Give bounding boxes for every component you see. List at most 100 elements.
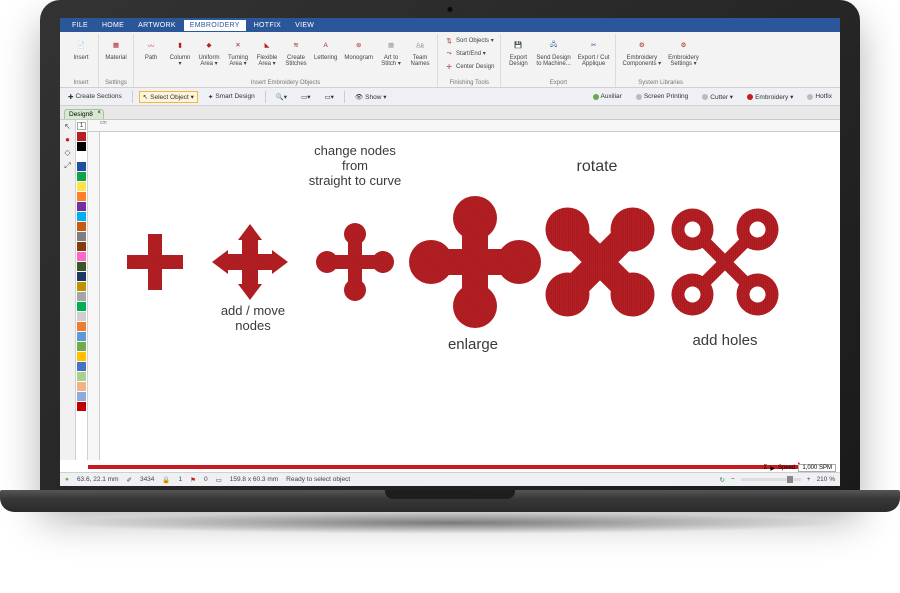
document-tab[interactable]: Design8	[64, 109, 104, 119]
status-layers: 1	[179, 476, 183, 483]
status-dot: ●	[65, 476, 69, 483]
swatch-6[interactable]	[77, 192, 86, 201]
art-to-stitch-button[interactable]: ▦Art toStitch ▾	[378, 36, 404, 67]
swatch-18[interactable]	[77, 312, 86, 321]
swatch-14[interactable]	[77, 272, 86, 281]
swatch-13[interactable]	[77, 262, 86, 271]
swatch-24[interactable]	[77, 372, 86, 381]
sort-objects-button[interactable]: ⇅Sort Objects ▾	[442, 36, 496, 46]
zoom-tool[interactable]: 🔍▾	[272, 91, 291, 103]
turning-area-button[interactable]: ✕TurningArea ▾	[225, 36, 251, 67]
select-object-button[interactable]: ↖Select Object ▾	[139, 91, 198, 103]
show-dropdown[interactable]: 👁 Show ▾	[351, 91, 391, 103]
column-button[interactable]: ▮Column▾	[167, 36, 193, 67]
insert-button[interactable]: 📄 Insert	[68, 36, 94, 61]
speed-value[interactable]: 1,000 SPM	[798, 464, 836, 472]
swatch-15[interactable]	[77, 282, 86, 291]
separator	[344, 91, 345, 103]
material-button[interactable]: ▦ Material	[103, 36, 129, 61]
dot-icon	[807, 94, 813, 100]
swatch-3[interactable]	[77, 162, 86, 171]
tool-circle[interactable]: ●	[63, 135, 73, 145]
dot-icon	[593, 94, 599, 100]
zoom-minus[interactable]: −	[731, 476, 735, 483]
swatch-9[interactable]	[77, 222, 86, 231]
lbl: TeamNames	[411, 55, 430, 67]
menu-file[interactable]: FILE	[66, 20, 94, 31]
swatch-8[interactable]	[77, 212, 86, 221]
team-names-button[interactable]: A̲ʙ̲TeamNames	[407, 36, 433, 67]
play-icon[interactable]: ▶	[770, 465, 775, 472]
swatch-26[interactable]	[77, 392, 86, 401]
lettering-icon: A	[317, 36, 335, 54]
swatch-4[interactable]	[77, 172, 86, 181]
ribbon-group-objects: 〰Path ▮Column▾ ◆UniformArea ▾ ✕TurningAr…	[134, 34, 438, 87]
menu-hotfix[interactable]: HOTFIX	[248, 20, 287, 31]
shape-big-round	[409, 196, 541, 328]
emb-components-button[interactable]: ⚙EmbroideryComponents ▾	[620, 36, 663, 67]
zoom-plus[interactable]: +	[807, 476, 811, 483]
swatch-0[interactable]	[77, 132, 86, 141]
flexible-area-button[interactable]: ◣FlexibleArea ▾	[254, 36, 280, 67]
start-end-button[interactable]: ⤳Start/End ▾	[442, 49, 496, 59]
swatch-17[interactable]	[77, 302, 86, 311]
lbl: Export / CutApplique	[578, 55, 610, 67]
swatch-12[interactable]	[77, 252, 86, 261]
layer-hotfix[interactable]: Hotfix	[803, 91, 836, 102]
swatch-20[interactable]	[77, 332, 86, 341]
view-tool-1[interactable]: ▭▾	[297, 91, 314, 103]
sync-icon[interactable]: ↻	[720, 476, 725, 484]
tool-measure[interactable]: ⤢	[63, 161, 73, 171]
turning-icon: ✕	[229, 36, 247, 54]
center-design-button[interactable]: ✛Center Design	[442, 62, 496, 72]
swatch-7[interactable]	[77, 202, 86, 211]
menu-embroidery[interactable]: EMBROIDERY	[184, 20, 246, 31]
menu-tabs: FILE HOME ARTWORK EMBROIDERY HOTFIX VIEW	[66, 22, 320, 29]
swatch-11[interactable]	[77, 242, 86, 251]
secondary-toolbar: ✚Create Sections ↖Select Object ▾ ✦Smart…	[60, 88, 840, 106]
swatch-22[interactable]	[77, 352, 86, 361]
layer-embroidery[interactable]: Embroidery ▾	[743, 91, 797, 103]
swatch-27[interactable]	[77, 402, 86, 411]
swatch-5[interactable]	[77, 182, 86, 191]
monogram-icon: ⊛	[350, 36, 368, 54]
monogram-button[interactable]: ⊛Monogram	[342, 36, 375, 67]
uniform-area-button[interactable]: ◆UniformArea ▾	[196, 36, 222, 67]
zoom-value: 210 %	[817, 476, 835, 483]
create-sections-button[interactable]: ✚Create Sections	[64, 91, 126, 103]
tool-cursor[interactable]: ↖	[63, 122, 73, 132]
swatch-21[interactable]	[77, 342, 86, 351]
lbl: Column▾	[170, 55, 191, 67]
path-button[interactable]: 〰Path	[138, 36, 164, 67]
smart-design-button[interactable]: ✦Smart Design	[204, 91, 259, 103]
export-design-button[interactable]: 💾ExportDesign	[505, 36, 531, 67]
layer-screen-printing[interactable]: Screen Printing	[632, 91, 692, 102]
swatch-25[interactable]	[77, 382, 86, 391]
zoom-slider[interactable]	[741, 478, 801, 481]
sigma-icon[interactable]: Σ	[764, 465, 768, 471]
lettering-button[interactable]: ALettering	[312, 36, 339, 67]
lbl: Embroidery ▾	[755, 93, 793, 101]
emb-settings-button[interactable]: ⚙EmbroiderySettings ▾	[666, 36, 701, 67]
lbl: ExportDesign	[509, 55, 528, 67]
menu-view[interactable]: VIEW	[289, 20, 320, 31]
export-applique-button[interactable]: ✂Export / CutApplique	[576, 36, 612, 67]
canvas[interactable]: add / movenodes change nodesfromstraight…	[100, 132, 840, 460]
create-stitches-button[interactable]: ≋CreateStitches	[283, 36, 309, 67]
view-tool-2[interactable]: ▭▾	[320, 91, 337, 103]
swatch-2[interactable]	[77, 152, 86, 161]
timeline-progress[interactable]	[88, 465, 800, 469]
menu-artwork[interactable]: ARTWORK	[132, 20, 182, 31]
swatch-1[interactable]	[77, 142, 86, 151]
send-to-machine-button[interactable]: 🖧Send Designto Machine...	[534, 36, 572, 67]
swatch-23[interactable]	[77, 362, 86, 371]
timeline-bar: Σ ▶ Speed 1,000 SPM	[60, 460, 840, 472]
layer-auxiliar[interactable]: Auxiliar	[589, 91, 626, 102]
swatch-19[interactable]	[77, 322, 86, 331]
tool-node[interactable]: ◇	[63, 148, 73, 158]
material-icon: ▦	[107, 36, 125, 54]
layer-cutter[interactable]: Cutter ▾	[698, 91, 737, 103]
swatch-16[interactable]	[77, 292, 86, 301]
menu-home[interactable]: HOME	[96, 20, 130, 31]
swatch-10[interactable]	[77, 232, 86, 241]
